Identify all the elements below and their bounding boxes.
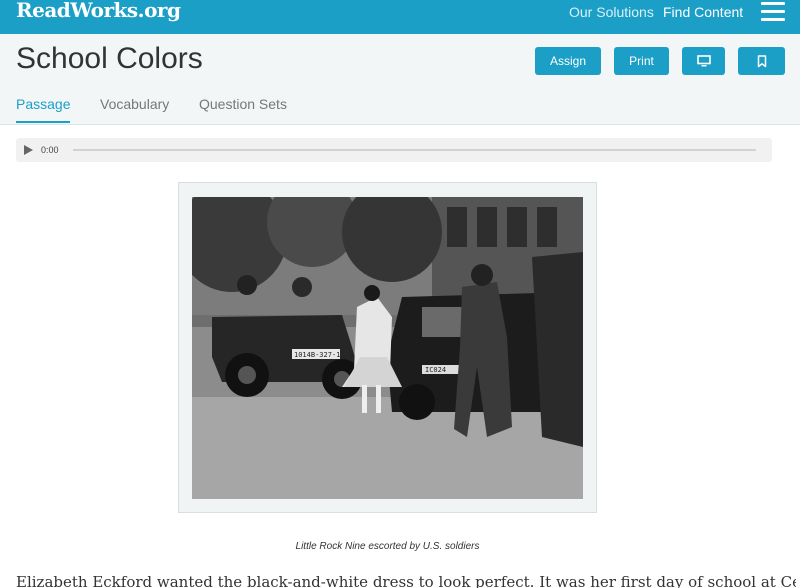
passage-figure: 1014B-327-1 IC024 bbox=[178, 182, 597, 513]
bookmark-icon bbox=[757, 54, 766, 67]
menu-bar-top bbox=[761, 2, 785, 5]
hamburger-menu-icon[interactable] bbox=[761, 2, 785, 22]
photo-illustration: 1014B-327-1 IC024 bbox=[192, 197, 583, 499]
menu-bar-bottom bbox=[761, 18, 785, 21]
nav-our-solutions[interactable]: Our Solutions bbox=[569, 4, 654, 20]
article-header: School Colors Assign Print Passage Vocab… bbox=[0, 34, 800, 125]
figure-caption: Little Rock Nine escorted by U.S. soldie… bbox=[295, 541, 480, 552]
tab-question-sets[interactable]: Question Sets bbox=[199, 96, 287, 121]
assign-button[interactable]: Assign bbox=[535, 47, 601, 75]
tab-vocabulary[interactable]: Vocabulary bbox=[100, 96, 169, 121]
play-icon[interactable] bbox=[24, 145, 33, 155]
top-navbar: ReadWorks.org Our Solutions Find Content bbox=[0, 0, 800, 34]
readworks-logo[interactable]: ReadWorks.org bbox=[16, 0, 181, 22]
bookmark-button[interactable] bbox=[738, 47, 785, 75]
car-plate-text: IC024 bbox=[425, 366, 446, 374]
audio-time: 0:00 bbox=[41, 145, 59, 155]
print-button[interactable]: Print bbox=[614, 47, 669, 75]
nav-find-content[interactable]: Find Content bbox=[663, 4, 743, 20]
present-button[interactable] bbox=[682, 47, 725, 75]
passage-text: Elizabeth Eckford wanted the black-and-w… bbox=[16, 573, 796, 588]
passage-photo[interactable]: 1014B-327-1 IC024 bbox=[192, 197, 583, 499]
monitor-icon bbox=[696, 55, 711, 67]
tab-passage[interactable]: Passage bbox=[16, 96, 71, 123]
page-title: School Colors bbox=[16, 42, 203, 75]
menu-bar-middle bbox=[761, 10, 785, 13]
jeep-plate-text: 1014B-327-1 bbox=[294, 351, 340, 359]
audio-progress-bar[interactable] bbox=[73, 149, 756, 151]
audio-player: 0:00 bbox=[16, 138, 772, 162]
